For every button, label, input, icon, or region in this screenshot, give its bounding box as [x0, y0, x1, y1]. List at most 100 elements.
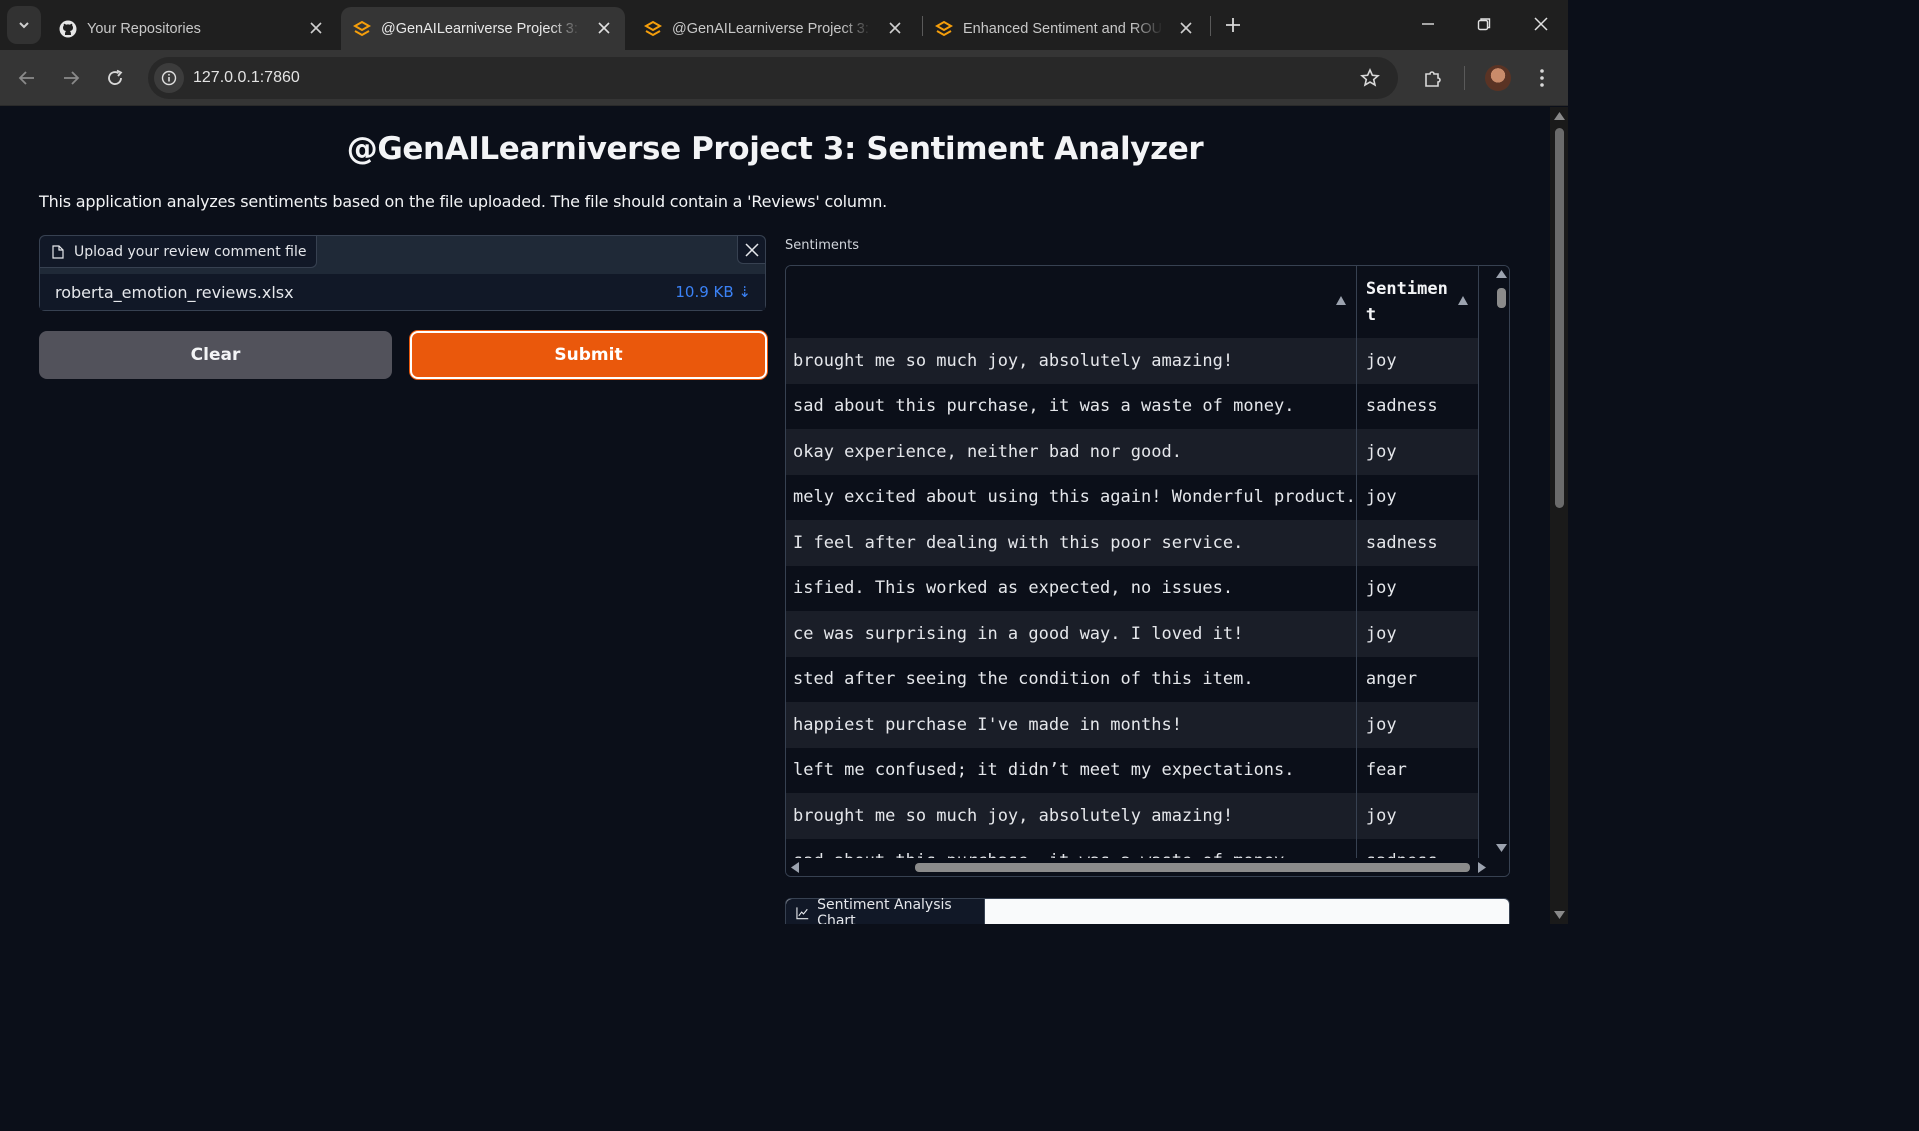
tab-search-button[interactable]: [7, 6, 41, 44]
gradio-icon: [353, 20, 371, 38]
puzzle-icon: [1425, 71, 1441, 87]
table-row[interactable]: brought me so much joy, absolutely amazi…: [786, 338, 1479, 384]
file-icon: [52, 244, 64, 259]
sentiments-grid: Sentimen t brought me so much joy, absolu…: [786, 266, 1479, 858]
tab-your-repositories[interactable]: Your Repositories: [47, 7, 337, 50]
close-tab-icon[interactable]: [595, 19, 613, 37]
bookmark-button[interactable]: [1358, 66, 1382, 90]
clear-button[interactable]: Clear: [39, 331, 392, 379]
new-tab-button[interactable]: [1221, 13, 1245, 37]
column-header-sentiment[interactable]: Sentimen t: [1356, 266, 1479, 338]
reload-icon: [108, 69, 123, 85]
sentiments-table[interactable]: Sentimen t brought me so much joy, absolu…: [785, 265, 1510, 877]
restore-icon: [1477, 18, 1491, 31]
tab-project3[interactable]: @GenAILearniverse Project 3: Se: [632, 7, 916, 50]
page-vertical-scrollbar[interactable]: [1550, 107, 1568, 924]
sentiment-cell[interactable]: joy: [1356, 565, 1479, 611]
chart-label-text: Sentiment Analysis Chart: [817, 897, 952, 924]
submit-button[interactable]: Submit: [410, 331, 767, 379]
review-cell[interactable]: okay experience, neither bad nor good.: [786, 429, 1357, 475]
table-horizontal-scrollbar[interactable]: [786, 858, 1509, 876]
site-info-icon[interactable]: [154, 63, 184, 93]
column-header-label: Sentimen t: [1365, 279, 1448, 325]
table-row[interactable]: ce was surprising in a good way. I loved…: [786, 611, 1479, 657]
review-cell[interactable]: ce was surprising in a good way. I loved…: [786, 611, 1357, 657]
review-cell[interactable]: left me confused; it didn’t meet my expe…: [786, 747, 1357, 793]
scrollbar-thumb[interactable]: [1497, 288, 1506, 308]
back-button[interactable]: [15, 66, 39, 90]
minimize-icon: [1422, 23, 1434, 25]
scroll-up-arrow-icon[interactable]: [1496, 270, 1507, 278]
column-header-reviews[interactable]: [786, 266, 1357, 338]
extensions-button[interactable]: [1421, 66, 1445, 90]
review-cell[interactable]: isfied. This worked as expected, no issu…: [786, 565, 1357, 611]
table-row[interactable]: sad about this purchase, it was a waste …: [786, 838, 1479, 858]
review-cell[interactable]: sad about this purchase, it was a waste …: [786, 838, 1357, 858]
close-tab-icon[interactable]: [307, 19, 325, 37]
sentiment-cell[interactable]: anger: [1356, 656, 1479, 702]
browser-menu-button[interactable]: [1530, 66, 1554, 90]
tab-title: @GenAILearniverse Project 3: Se: [672, 20, 872, 37]
table-row[interactable]: left me confused; it didn’t meet my expe…: [786, 747, 1479, 793]
tab-enhanced-sentiment[interactable]: Enhanced Sentiment and ROUGE: [923, 7, 1207, 50]
toolbar-divider: [1464, 66, 1465, 90]
review-cell[interactable]: sad about this purchase, it was a waste …: [786, 383, 1357, 429]
sentiment-cell[interactable]: joy: [1356, 338, 1479, 384]
remove-file-button[interactable]: [737, 236, 765, 264]
sentiment-cell[interactable]: fear: [1356, 747, 1479, 793]
review-cell[interactable]: I feel after dealing with this poor serv…: [786, 520, 1357, 566]
sort-icon[interactable]: [1457, 296, 1468, 305]
scroll-up-arrow-icon[interactable]: [1554, 112, 1565, 120]
tab-project3-active[interactable]: @GenAILearniverse Project 3: Se: [341, 7, 625, 50]
table-row[interactable]: brought me so much joy, absolutely amazi…: [786, 793, 1479, 839]
chevron-down-icon: [19, 22, 29, 29]
tab-title: @GenAILearniverse Project 3: Se: [381, 20, 581, 37]
plus-icon: [1226, 18, 1240, 32]
scroll-down-arrow-icon[interactable]: [1554, 911, 1565, 919]
sentiment-cell[interactable]: sadness: [1356, 838, 1479, 858]
table-row[interactable]: sted after seeing the condition of this …: [786, 656, 1479, 702]
review-cell[interactable]: brought me so much joy, absolutely amazi…: [786, 338, 1357, 384]
minimize-button[interactable]: [1416, 12, 1440, 36]
close-tab-icon[interactable]: [1177, 19, 1195, 37]
upload-label: Upload your review comment file: [40, 236, 318, 268]
sentiment-cell[interactable]: joy: [1356, 429, 1479, 475]
table-viewport: Sentimen t brought me so much joy, absolu…: [786, 266, 1492, 858]
sentiment-cell[interactable]: joy: [1356, 702, 1479, 748]
file-upload[interactable]: Upload your review comment file roberta_…: [39, 235, 766, 311]
file-download-link[interactable]: 10.9 KB ⇣: [675, 283, 751, 301]
sentiment-cell[interactable]: joy: [1356, 474, 1479, 520]
sentiment-cell[interactable]: joy: [1356, 793, 1479, 839]
table-row[interactable]: mely excited about using this again! Won…: [786, 474, 1479, 520]
review-cell[interactable]: brought me so much joy, absolutely amazi…: [786, 793, 1357, 839]
sentiment-cell[interactable]: sadness: [1356, 383, 1479, 429]
table-row[interactable]: isfied. This worked as expected, no issu…: [786, 565, 1479, 611]
profile-avatar[interactable]: [1485, 65, 1511, 91]
scroll-left-arrow-icon[interactable]: [791, 862, 799, 873]
table-vertical-scrollbar[interactable]: [1492, 266, 1509, 858]
sentiment-cell[interactable]: sadness: [1356, 520, 1479, 566]
page-description: This application analyzes sentiments bas…: [39, 192, 888, 211]
sentiment-cell[interactable]: joy: [1356, 611, 1479, 657]
sort-icon[interactable]: [1335, 296, 1346, 305]
review-cell[interactable]: mely excited about using this again! Won…: [786, 474, 1357, 520]
table-row[interactable]: I feel after dealing with this poor serv…: [786, 520, 1479, 566]
forward-button[interactable]: [59, 66, 83, 90]
restore-button[interactable]: [1472, 12, 1496, 36]
browser-toolbar: 127.0.0.1:7860: [0, 50, 1568, 106]
address-bar[interactable]: 127.0.0.1:7860: [148, 57, 1398, 99]
scroll-down-arrow-icon[interactable]: [1496, 844, 1507, 852]
table-row[interactable]: sad about this purchase, it was a waste …: [786, 383, 1479, 429]
table-row[interactable]: okay experience, neither bad nor good. jo…: [786, 429, 1479, 475]
review-cell[interactable]: happiest purchase I've made in months!: [786, 702, 1357, 748]
scrollbar-thumb[interactable]: [915, 863, 1470, 872]
review-cell[interactable]: sted after seeing the condition of this …: [786, 656, 1357, 702]
reload-button[interactable]: [103, 66, 127, 90]
close-window-button[interactable]: [1529, 12, 1553, 36]
scrollbar-thumb[interactable]: [1555, 128, 1564, 508]
close-tab-icon[interactable]: [886, 19, 904, 37]
table-row[interactable]: happiest purchase I've made in months! jo…: [786, 702, 1479, 748]
scroll-right-arrow-icon[interactable]: [1478, 862, 1486, 873]
tab-title: Enhanced Sentiment and ROUGE: [963, 20, 1163, 37]
sentiment-chart-panel: Sentiment Analysis Chart: [785, 897, 1510, 924]
